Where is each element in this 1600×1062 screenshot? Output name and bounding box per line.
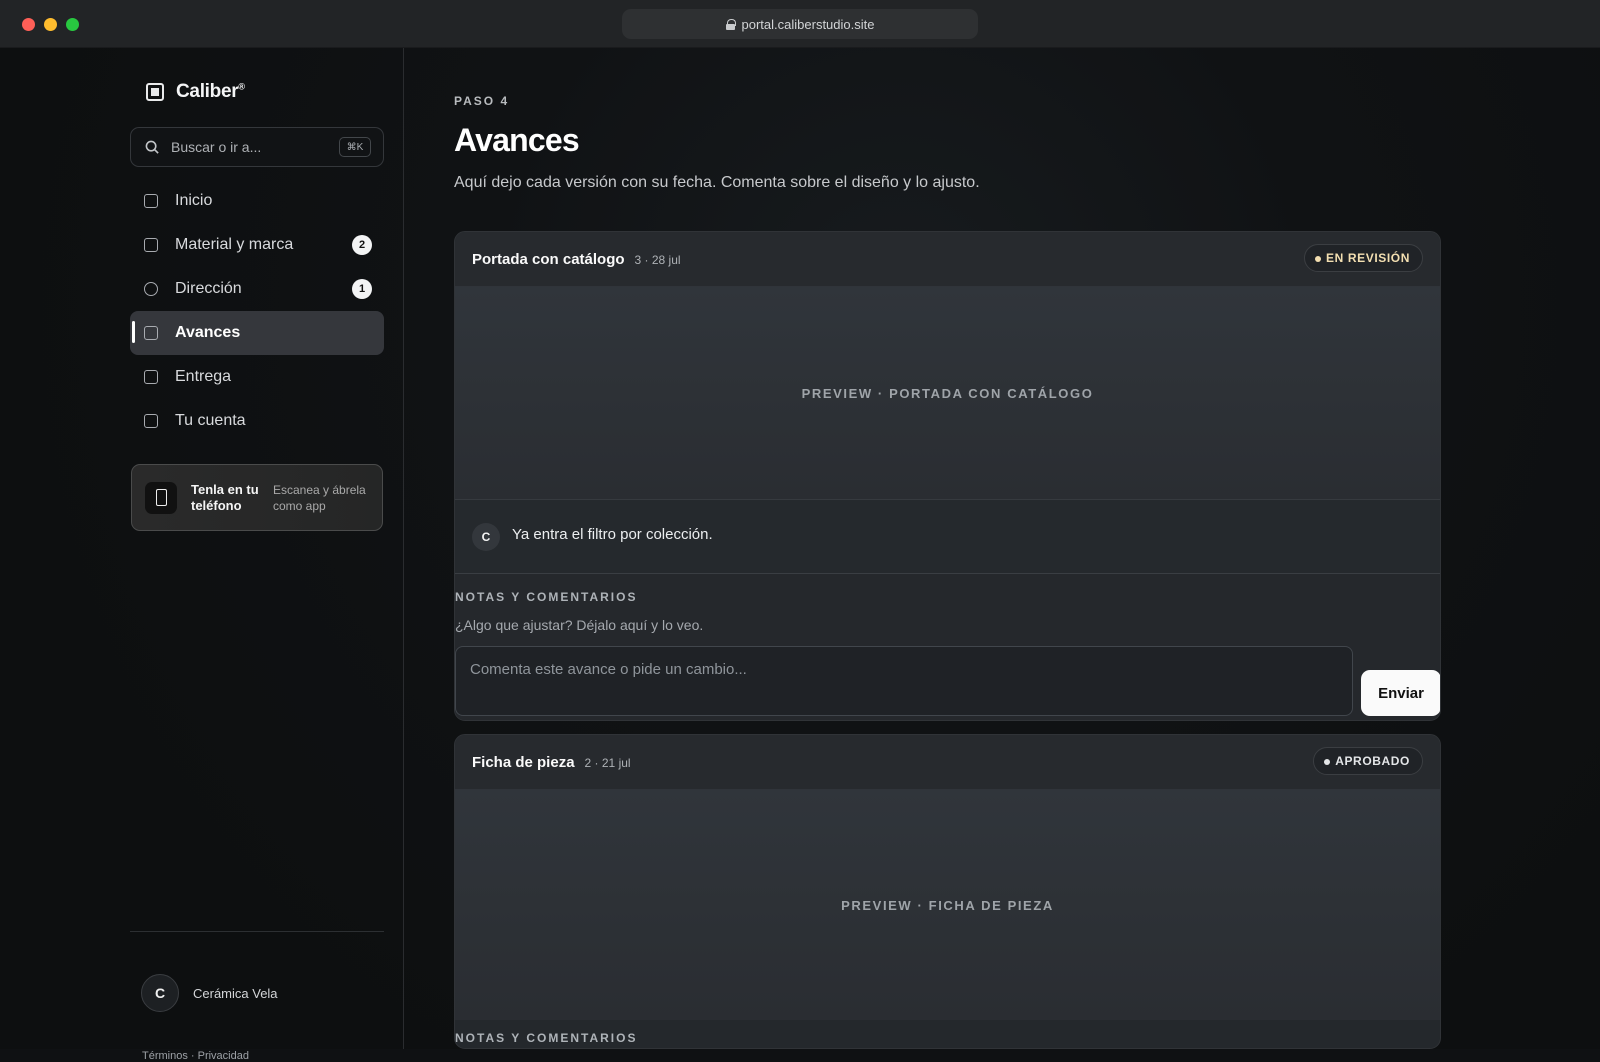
browser-chrome: portal.caliberstudio.site [0,0,1600,48]
legal-links[interactable]: Términos · Privacidad [142,1050,249,1062]
sidebar-item-inicio[interactable]: Inicio [130,179,384,223]
image-icon [144,238,158,252]
package-icon [144,370,158,384]
card-title: Portada con catálogo [472,250,625,268]
target-icon [144,282,158,296]
sidebar-navigation: Inicio Material y marca 2 Dirección 1 Avan… [130,179,384,443]
close-window-button[interactable] [22,18,35,31]
sidebar-item-tu-cuenta[interactable]: Tu cuenta [130,399,384,443]
card-title: Ficha de pieza [472,753,575,771]
status-badge: APROBADO [1313,747,1423,775]
address-bar[interactable]: portal.caliberstudio.site [622,9,978,39]
url-text: portal.caliberstudio.site [741,16,875,32]
card-header: Portada con catálogo 3 · 28 jul EN REVIS… [455,232,1440,287]
main-content: PASO 4 Avances Aquí dejo cada versión co… [454,48,1444,1049]
page-title: Avances [454,122,580,158]
search-placeholder: Buscar o ir a... [171,139,262,155]
search-shortcut: ⌘K [339,137,371,157]
sidebar-item-entrega[interactable]: Entrega [130,355,384,399]
phone-app-promo[interactable]: Tenla en tu teléfono Escanea y ábrela co… [131,464,383,531]
card-date: 2 · 21 jul [584,756,631,770]
status-badge: EN REVISIÓN [1304,244,1423,272]
comment-avatar: C [472,522,500,551]
page-subtitle: Aquí dejo cada versión con su fecha. Com… [454,174,980,191]
sidebar-item-direccion[interactable]: Dirección 1 [130,267,384,311]
sidebar: Caliber® Buscar o ir a... ⌘K Inicio Mate… [0,48,404,1062]
comment-row: C Ya entra el filtro por colección. [455,499,1440,573]
caliber-logo-icon [146,83,164,101]
sidebar-divider [130,931,384,932]
user-name: Cerámica Vela [193,986,278,1001]
brand-logo[interactable]: Caliber® [146,81,245,103]
phone-promo-subtitle: Escanea y ábrela como app [273,482,366,513]
preview-image[interactable]: PREVIEW · FICHA DE PIEZA [455,790,1440,1020]
comment-input[interactable]: Comenta este avance o pide un cambio... [455,646,1353,716]
brand-name: Caliber® [176,81,245,102]
step-label: PASO 4 [454,94,510,108]
app-shell: Caliber® Buscar o ir a... ⌘K Inicio Mate… [0,48,1600,1062]
notification-badge: 1 [352,279,372,299]
notes-title: NOTAS Y COMENTARIOS [455,590,638,604]
search-icon [145,140,159,154]
chart-icon [144,326,158,340]
notification-badge: 2 [352,235,372,255]
preview-image[interactable]: PREVIEW · PORTADA CON CATÁLOGO [455,287,1440,499]
notes-title: NOTAS Y COMENTARIOS [455,1031,638,1045]
card-date: 3 · 28 jul [634,253,681,267]
notes-help: ¿Algo que ajustar? Déjalo aquí y lo veo. [455,617,704,633]
lock-icon [725,18,736,30]
search-box[interactable]: Buscar o ir a... ⌘K [130,127,384,167]
card-header: Ficha de pieza 2 · 21 jul APROBADO [455,735,1440,790]
maximize-window-button[interactable] [66,18,79,31]
sidebar-item-material-y-marca[interactable]: Material y marca 2 [130,223,384,267]
progress-card-ficha: Ficha de pieza 2 · 21 jul APROBADO PREVI… [454,734,1441,1049]
progress-card-portada: Portada con catálogo 3 · 28 jul EN REVIS… [454,231,1441,721]
home-icon [144,194,158,208]
notes-section: NOTAS Y COMENTARIOS ¿Algo que ajustar? D… [455,573,1440,720]
phone-icon [145,481,177,514]
comment-text: Ya entra el filtro por colección. [512,526,713,543]
card-icon [144,414,158,428]
user-avatar[interactable]: C [141,974,179,1012]
sidebar-item-avances[interactable]: Avances [130,311,384,355]
phone-promo-title: Tenla en tu teléfono [191,481,259,513]
send-button[interactable]: Enviar [1361,670,1440,716]
minimize-window-button[interactable] [44,18,57,31]
